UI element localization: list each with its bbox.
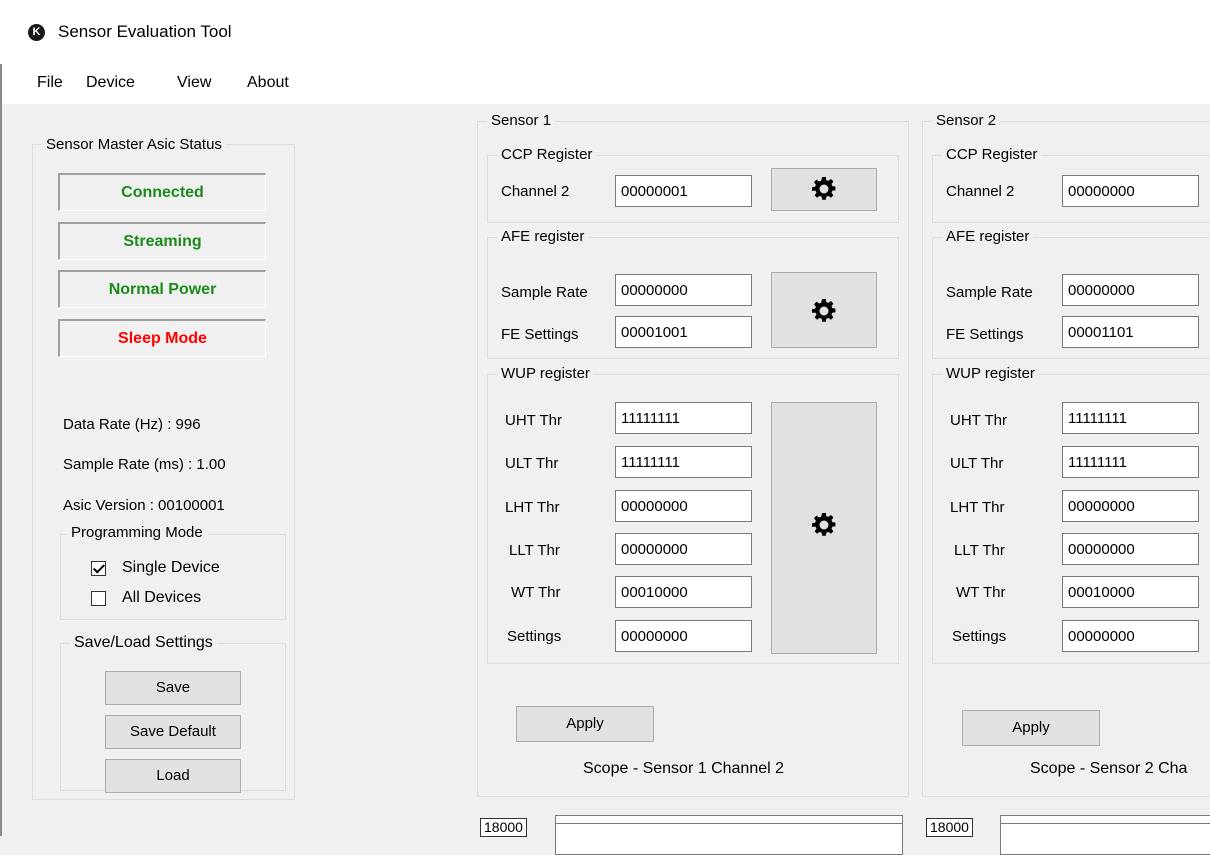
sensor1-lht-input[interactable] bbox=[615, 490, 752, 522]
sensor2-sample-rate-input[interactable] bbox=[1062, 274, 1199, 306]
sensor1-title: Sensor 1 bbox=[487, 112, 556, 130]
sensor1-wup-title: WUP register bbox=[497, 365, 594, 383]
app-logo-icon: K bbox=[28, 24, 45, 41]
asic-version-label: Asic Version : 00100001 bbox=[63, 497, 225, 514]
sensor1-ult-label: ULT Thr bbox=[505, 455, 559, 472]
programming-mode-title: Programming Mode bbox=[67, 524, 207, 542]
sensor1-sample-rate-input[interactable] bbox=[615, 274, 752, 306]
menu-device[interactable]: Device bbox=[86, 74, 135, 92]
gear-icon bbox=[812, 299, 836, 322]
gear-icon bbox=[812, 513, 836, 536]
sensor1-lht-label: LHT Thr bbox=[505, 499, 560, 516]
sensor2-llt-label: LLT Thr bbox=[954, 542, 1005, 559]
sensor2-title: Sensor 2 bbox=[932, 112, 1001, 130]
sensor1-scope-label: Scope - Sensor 1 Channel 2 bbox=[583, 760, 785, 777]
sensor2-scope-gridline bbox=[1000, 823, 1210, 824]
programming-mode-group bbox=[60, 534, 286, 620]
sensor2-scope-plot[interactable] bbox=[1000, 815, 1210, 855]
sensor2-wt-label: WT Thr bbox=[956, 584, 1006, 601]
sensor2-channel-label: Channel 2 bbox=[946, 183, 1015, 200]
normal-power-status: Normal Power bbox=[58, 270, 266, 308]
sensor2-scope-value: 18000 bbox=[926, 818, 973, 837]
sensor1-scope-gridline bbox=[555, 823, 903, 824]
sensor1-llt-input[interactable] bbox=[615, 533, 752, 565]
sensor2-llt-input[interactable] bbox=[1062, 533, 1199, 565]
sensor2-uht-input[interactable] bbox=[1062, 402, 1199, 434]
sensor1-wt-label: WT Thr bbox=[511, 584, 561, 601]
sensor2-settings-input[interactable] bbox=[1062, 620, 1199, 652]
sensor2-fe-settings-input[interactable] bbox=[1062, 316, 1199, 348]
window-title: Sensor Evaluation Tool bbox=[58, 22, 232, 41]
all-devices-label: All Devices bbox=[122, 589, 202, 606]
sensor1-ult-input[interactable] bbox=[615, 446, 752, 478]
load-button[interactable]: Load bbox=[105, 759, 241, 793]
menu-view[interactable]: View bbox=[177, 74, 211, 92]
sensor2-apply-button[interactable]: Apply bbox=[962, 710, 1100, 746]
single-device-label: Single Device bbox=[122, 559, 220, 576]
sensor1-wt-input[interactable] bbox=[615, 576, 752, 608]
sensor2-wt-input[interactable] bbox=[1062, 576, 1199, 608]
menu-about[interactable]: About bbox=[247, 74, 289, 92]
sensor1-fe-settings-label: FE Settings bbox=[501, 326, 579, 343]
sensor1-ccp-settings-button[interactable] bbox=[771, 168, 877, 211]
sensor1-channel-input[interactable] bbox=[615, 175, 752, 207]
menu-file[interactable]: File bbox=[37, 74, 63, 92]
sensor2-ult-input[interactable] bbox=[1062, 446, 1199, 478]
sensor2-afe-title: AFE register bbox=[942, 228, 1034, 246]
sensor2-lht-label: LHT Thr bbox=[950, 499, 1005, 516]
streaming-status: Streaming bbox=[58, 222, 266, 260]
sensor1-uht-input[interactable] bbox=[615, 402, 752, 434]
data-rate-label: Data Rate (Hz) : 996 bbox=[63, 416, 201, 433]
all-devices-checkbox[interactable] bbox=[91, 591, 106, 606]
sensor1-llt-label: LLT Thr bbox=[509, 542, 560, 559]
save-default-button[interactable]: Save Default bbox=[105, 715, 241, 749]
save-button[interactable]: Save bbox=[105, 671, 241, 705]
sensor1-scope-value: 18000 bbox=[480, 818, 527, 837]
sensor2-scope-label: Scope - Sensor 2 Cha bbox=[1030, 760, 1188, 777]
save-load-title: Save/Load Settings bbox=[70, 634, 217, 652]
sensor2-fe-settings-label: FE Settings bbox=[946, 326, 1024, 343]
sensor1-sample-rate-label: Sample Rate bbox=[501, 284, 588, 301]
sleep-mode-status: Sleep Mode bbox=[58, 319, 266, 357]
sensor2-settings-label: Settings bbox=[952, 628, 1007, 645]
sensor2-wup-title: WUP register bbox=[942, 365, 1039, 383]
sensor2-uht-label: UHT Thr bbox=[950, 412, 1007, 429]
sensor1-apply-button[interactable]: Apply bbox=[516, 706, 654, 742]
single-device-checkbox[interactable] bbox=[91, 561, 106, 576]
sensor2-lht-input[interactable] bbox=[1062, 490, 1199, 522]
sensor1-ccp-title: CCP Register bbox=[497, 146, 597, 164]
sensor1-channel-label: Channel 2 bbox=[501, 183, 570, 200]
window-border bbox=[0, 64, 2, 836]
sensor1-scope-plot[interactable] bbox=[555, 815, 903, 855]
sample-rate-label: Sample Rate (ms) : 1.00 bbox=[63, 456, 226, 473]
gear-icon bbox=[812, 177, 836, 200]
sensor1-settings-label: Settings bbox=[507, 628, 562, 645]
sensor1-wup-settings-button[interactable] bbox=[771, 402, 877, 654]
sensor2-channel-input[interactable] bbox=[1062, 175, 1199, 207]
sensor1-afe-title: AFE register bbox=[497, 228, 589, 246]
sensor1-fe-settings-input[interactable] bbox=[615, 316, 752, 348]
sensor1-settings-input[interactable] bbox=[615, 620, 752, 652]
status-group-title: Sensor Master Asic Status bbox=[42, 136, 226, 154]
sensor2-sample-rate-label: Sample Rate bbox=[946, 284, 1033, 301]
connected-status: Connected bbox=[58, 173, 266, 211]
sensor2-ult-label: ULT Thr bbox=[950, 455, 1004, 472]
sensor2-ccp-title: CCP Register bbox=[942, 146, 1042, 164]
sensor1-afe-settings-button[interactable] bbox=[771, 272, 877, 348]
sensor1-uht-label: UHT Thr bbox=[505, 412, 562, 429]
